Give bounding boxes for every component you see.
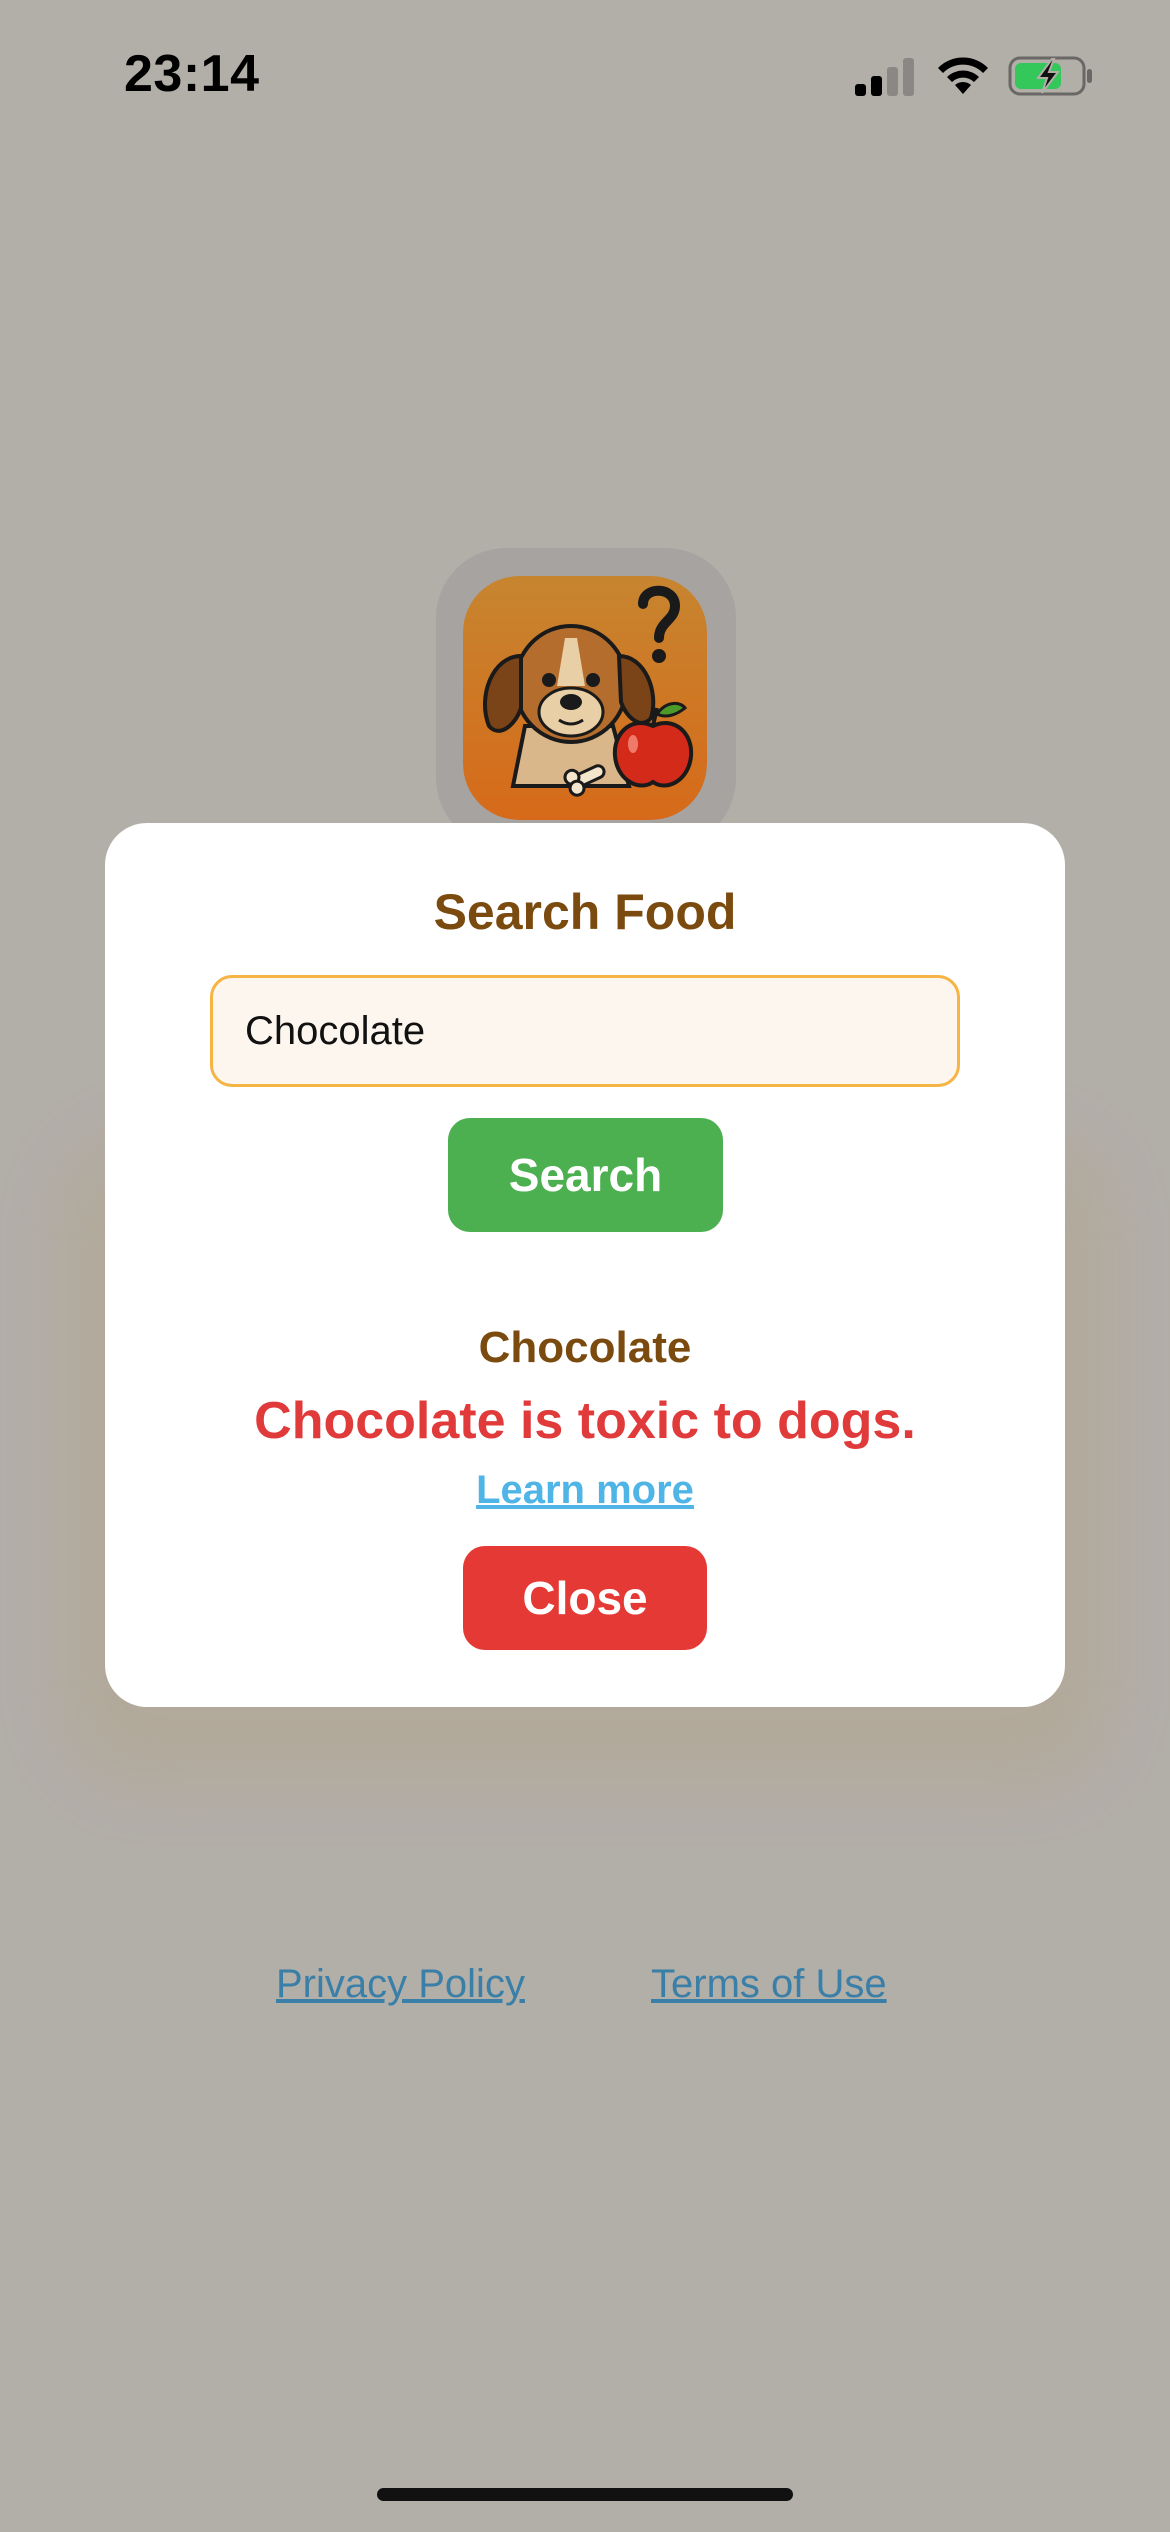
status-bar: 23:14 [0, 0, 1170, 150]
status-time: 23:14 [124, 45, 260, 103]
result-toxicity-message: Chocolate is toxic to dogs. [254, 1392, 916, 1450]
close-button[interactable]: Close [463, 1546, 707, 1650]
privacy-policy-link[interactable]: Privacy Policy [276, 1962, 525, 2007]
modal-title: Search Food [433, 884, 737, 940]
learn-more-link[interactable]: Learn more [105, 1468, 1065, 1513]
dog-with-apple-question-icon [463, 576, 707, 820]
battery-charging-icon [1008, 56, 1092, 96]
search-food-modal: Search Food Search Chocolate Chocolate i… [105, 823, 1065, 1707]
search-button[interactable]: Search [448, 1118, 723, 1232]
terms-of-use-link[interactable]: Terms of Use [651, 1962, 887, 2007]
home-indicator[interactable] [377, 2488, 793, 2501]
result-food-name: Chocolate [478, 1323, 692, 1372]
food-search-input[interactable] [210, 975, 960, 1087]
wifi-icon [938, 57, 988, 94]
cellular-signal-icon [855, 58, 914, 96]
